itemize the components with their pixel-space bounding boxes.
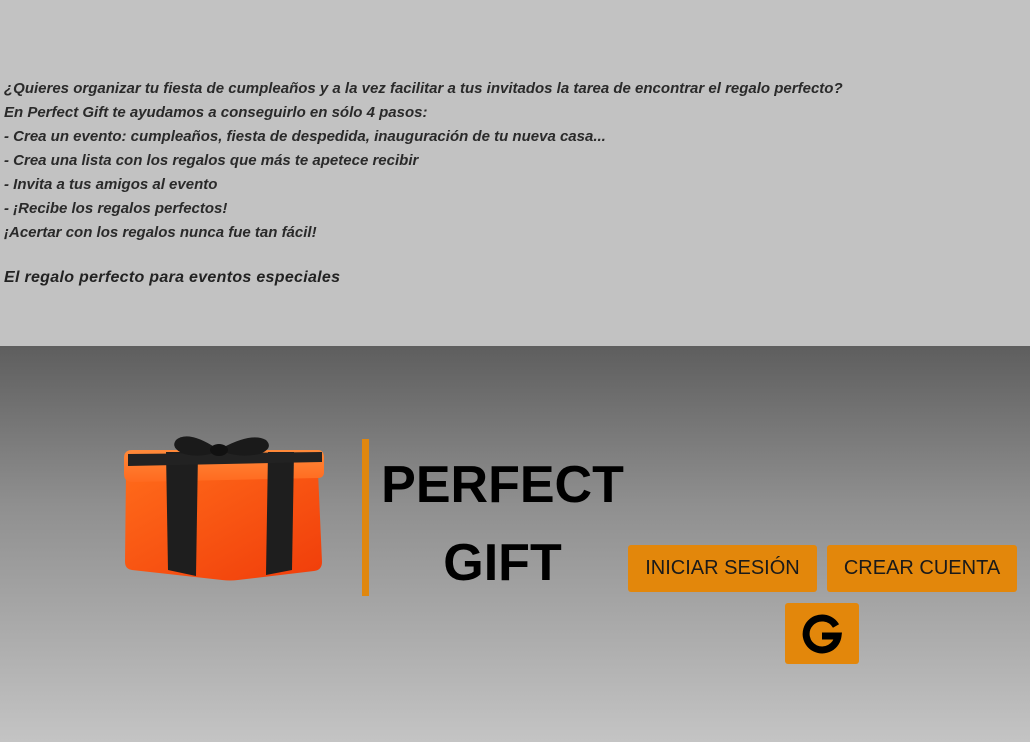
google-login-button[interactable] <box>785 603 859 664</box>
intro-line: - Invita a tus amigos al evento <box>4 176 218 193</box>
login-button[interactable]: INICIAR SESIÓN <box>628 545 817 592</box>
intro-section: ¿Quieres organizar tu fiesta de cumpleañ… <box>0 0 1030 346</box>
intro-line: - ¡Recibe los regalos perfectos! <box>4 200 228 217</box>
brand-title-line: GIFT <box>443 534 562 592</box>
create-account-button[interactable]: CREAR CUENTA <box>827 545 1017 592</box>
gift-box-icon <box>124 436 324 581</box>
intro-line: - Crea un evento: cumpleaños, fiesta de … <box>4 128 606 145</box>
intro-line: - Crea una lista con los regalos que más… <box>4 152 419 169</box>
hero-section: PERFECT GIFT INICIAR SESIÓN CREAR CUENTA <box>0 346 1030 742</box>
intro-line: En Perfect Gift te ayudamos a conseguirl… <box>4 104 428 121</box>
google-g-icon <box>802 613 842 653</box>
intro-line: ¡Acertar con los regalos nunca fue tan f… <box>4 224 317 241</box>
tagline: El regalo perfecto para eventos especial… <box>4 269 341 286</box>
brand-title-line: PERFECT <box>381 456 624 514</box>
brand-divider <box>362 439 369 596</box>
brand-title: PERFECT GIFT <box>375 446 630 602</box>
intro-text: ¿Quieres organizar tu fiesta de cumpleañ… <box>4 77 1024 245</box>
intro-line: ¿Quieres organizar tu fiesta de cumpleañ… <box>4 80 843 97</box>
